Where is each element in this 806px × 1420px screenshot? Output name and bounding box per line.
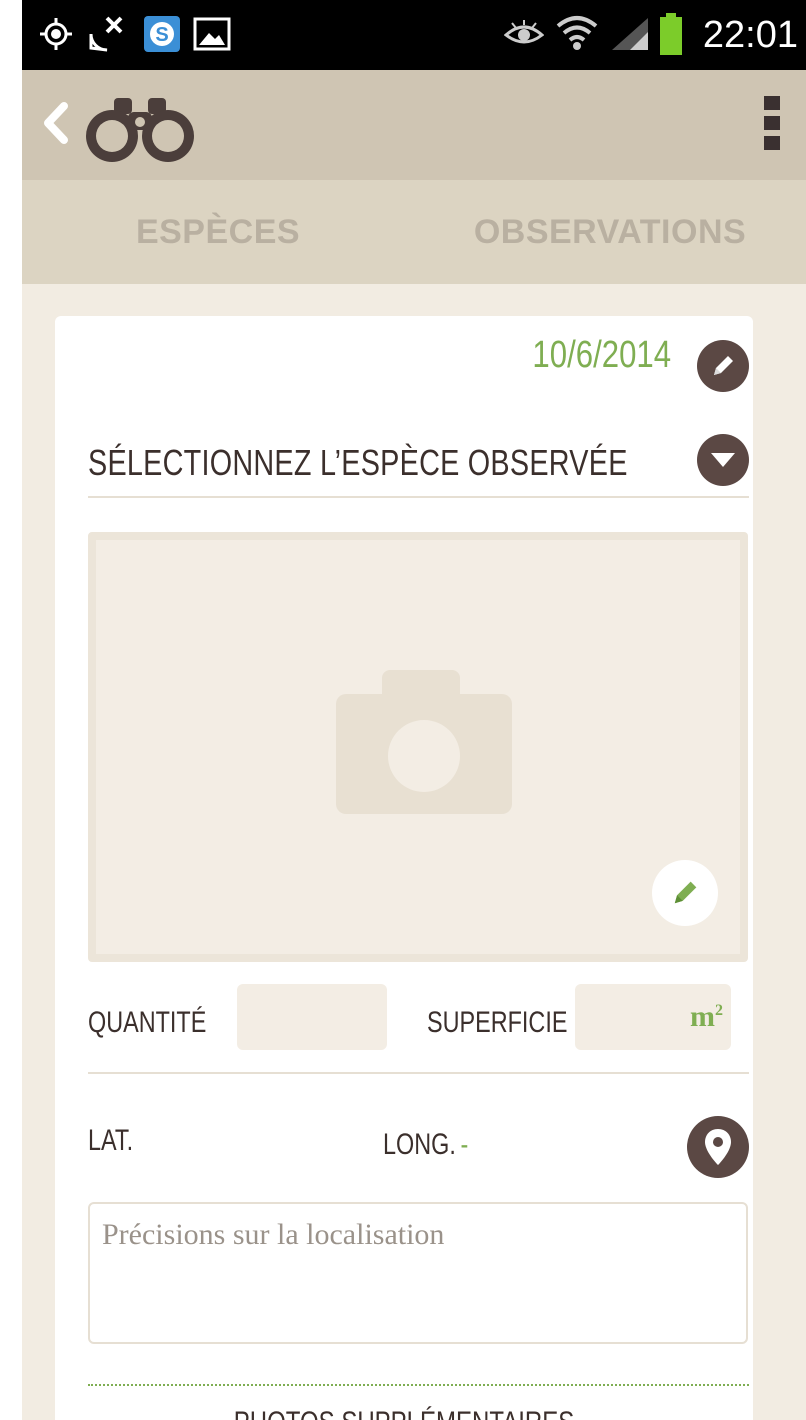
back-chevron-icon[interactable] — [36, 98, 76, 148]
cell-signal-icon — [608, 14, 652, 54]
species-select-label[interactable]: SÉLECTIONNEZ L’ESPÈCE OBSERVÉE — [88, 442, 628, 484]
photo-area[interactable] — [88, 532, 748, 962]
tab-especes[interactable]: ESPÈCES — [22, 180, 414, 284]
dotted-divider — [88, 1384, 749, 1386]
more-photos-heading[interactable]: PHOTOS SUPPLÉMENTAIRES — [125, 1406, 683, 1420]
observation-date: 10/6/2014 — [532, 334, 671, 376]
longitude-label: LONG. — [383, 1128, 456, 1161]
species-dropdown-button[interactable] — [697, 434, 749, 486]
locate-button[interactable] — [687, 1116, 749, 1178]
tab-observations[interactable]: OBSERVATIONS — [414, 180, 806, 284]
image-icon — [192, 14, 232, 54]
observation-card: 10/6/2014 SÉLECTIONNEZ L’ESPÈCE OBSERVÉE… — [55, 316, 753, 1420]
area-input[interactable]: m2 — [575, 984, 731, 1050]
clock-time: 22:01 — [702, 14, 798, 56]
longitude-value: - — [460, 1128, 469, 1161]
app-bar — [22, 70, 806, 182]
location-details-input[interactable]: Précisions sur la localisation — [88, 1202, 748, 1344]
photo-edit-button[interactable] — [652, 860, 718, 926]
latitude-label: LAT. — [88, 1124, 134, 1157]
edit-date-button[interactable] — [697, 340, 749, 392]
area-unit: m2 — [690, 1000, 723, 1033]
quantity-input[interactable] — [237, 984, 387, 1050]
fields-divider — [88, 1072, 749, 1074]
overflow-menu-icon[interactable] — [764, 96, 784, 156]
binoculars-icon[interactable] — [80, 88, 200, 162]
pencil-icon — [674, 881, 697, 904]
status-bar: S 22:01 — [22, 0, 806, 70]
longitude-field: LONG. - — [383, 1128, 468, 1162]
battery-icon — [658, 13, 684, 55]
eye-icon — [502, 14, 546, 54]
area-label: SUPERFICIE — [427, 1006, 568, 1039]
species-divider — [88, 496, 749, 498]
tab-bar: ESPÈCES OBSERVATIONS — [22, 180, 806, 284]
svg-text:S: S — [155, 24, 168, 46]
quantity-label: QUANTITÉ — [88, 1006, 207, 1039]
map-pin-icon — [705, 1129, 731, 1165]
phone-screen: S 22:01 ESPÈCES OBSERVATIONS 10/6/2014 S… — [22, 0, 806, 1420]
gps-icon — [36, 14, 76, 54]
pencil-icon — [714, 356, 733, 375]
caret-down-icon — [711, 453, 735, 467]
wifi-icon — [554, 14, 600, 54]
no-signal-icon — [84, 14, 130, 54]
camera-icon — [336, 670, 512, 814]
app-s-icon: S — [142, 14, 182, 54]
